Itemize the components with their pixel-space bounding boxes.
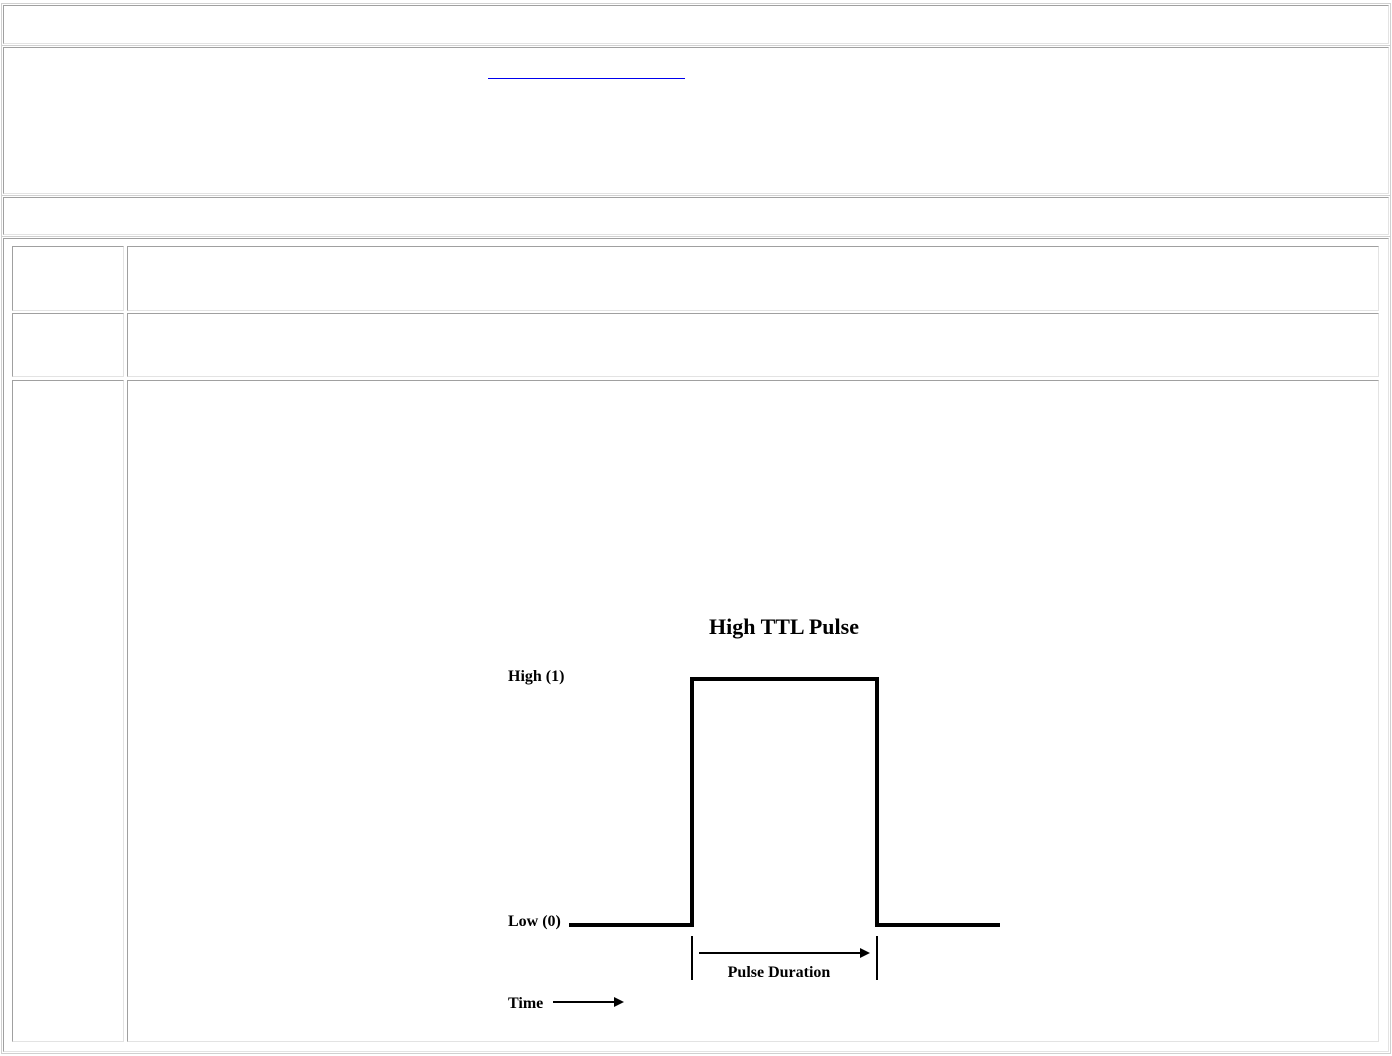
diagram-title: High TTL Pulse: [709, 614, 859, 639]
high-level-label: High (1): [508, 668, 564, 685]
ttl-pulse-diagram: High TTL Pulse High (1) Low (0) Pulse Du…: [508, 614, 1000, 1012]
pulse-waveform: [569, 677, 1000, 927]
time-axis-label: Time: [508, 995, 543, 1012]
pulse-duration-label: Pulse Duration: [728, 964, 831, 981]
time-arrowhead: [614, 997, 624, 1007]
duration-arrowhead: [860, 948, 870, 958]
low-level-label: Low (0): [508, 913, 561, 930]
